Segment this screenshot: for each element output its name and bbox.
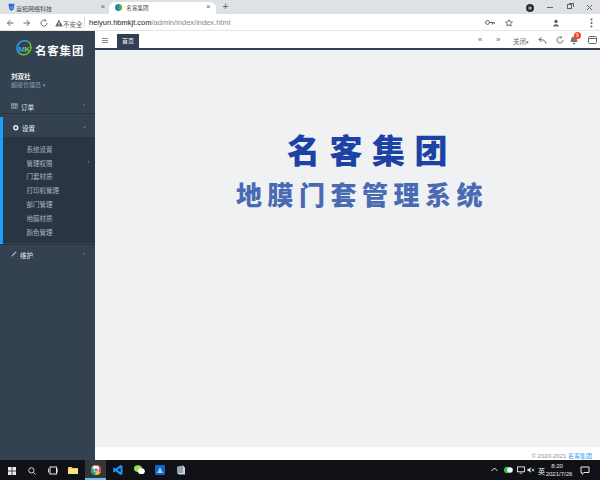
svg-text:K: K — [24, 45, 30, 54]
